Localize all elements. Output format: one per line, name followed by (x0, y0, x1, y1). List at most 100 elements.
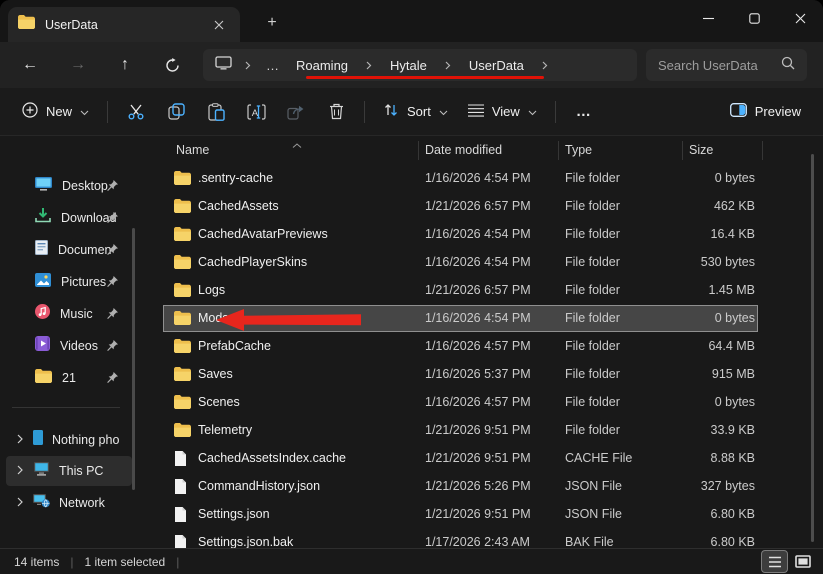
sort-button[interactable]: Sort (373, 95, 458, 128)
breadcrumb-hytale[interactable]: Hytale (385, 56, 432, 75)
sidebar-item-music[interactable]: Music (0, 298, 160, 330)
sidebar-item-this-pc[interactable]: This PC (6, 456, 132, 486)
sidebar-item-label: Desktop (62, 179, 108, 193)
file-row-saves[interactable]: Saves1/16/2026 5:37 PMFile folder915 MB (160, 360, 823, 388)
file-icon (174, 451, 187, 469)
file-row-telemetry[interactable]: Telemetry1/21/2026 9:51 PMFile folder33.… (160, 416, 823, 444)
network-icon (33, 493, 50, 513)
large-icons-view-icon[interactable] (790, 551, 815, 572)
sidebar-item-desktop[interactable]: Desktop (0, 170, 160, 202)
chevron-right-icon (362, 61, 376, 70)
file-row--sentry-cache[interactable]: .sentry-cache1/16/2026 4:54 PMFile folde… (160, 164, 823, 192)
folder-icon (174, 227, 191, 244)
file-size: 16.4 KB (711, 227, 755, 241)
sidebar-item-documen[interactable]: Documen (0, 234, 160, 266)
view-button[interactable]: View (458, 97, 547, 127)
cut-icon[interactable] (116, 94, 156, 130)
column-header-name[interactable]: Name (176, 143, 209, 157)
sidebar-item-pictures[interactable]: Pictures (0, 266, 160, 298)
column-divider[interactable] (762, 141, 763, 160)
copy-icon[interactable] (156, 94, 196, 130)
file-icon (174, 479, 187, 497)
search-input[interactable]: Search UserData (646, 49, 807, 81)
sidebar-item-label: Network (59, 496, 105, 510)
search-icon[interactable] (781, 56, 795, 75)
up-icon[interactable]: ↑ (109, 49, 141, 81)
new-tab-button[interactable]: + (258, 10, 286, 36)
breadcrumb-userdata[interactable]: UserData (464, 56, 529, 75)
sidebar-scrollbar[interactable] (132, 228, 135, 490)
delete-icon[interactable] (316, 94, 356, 130)
toolbar-divider (364, 101, 365, 123)
file-size: 530 bytes (701, 255, 755, 269)
videos-icon (35, 336, 50, 356)
preview-button[interactable]: Preview (720, 96, 811, 127)
file-size: 0 bytes (715, 311, 755, 325)
phone-icon (33, 430, 43, 450)
sidebar-item-21[interactable]: 21 (0, 362, 160, 394)
sidebar-item-nothing-pho[interactable]: Nothing pho (6, 425, 132, 455)
file-row-logs[interactable]: Logs1/21/2026 6:57 PMFile folder1.45 MB (160, 276, 823, 304)
file-type: File folder (565, 339, 620, 353)
pin-icon (106, 211, 119, 229)
rename-icon[interactable]: A (236, 94, 276, 130)
file-row-settings-json-bak[interactable]: Settings.json.bak1/17/2026 2:43 AMBAK Fi… (160, 528, 823, 548)
preview-button-label: Preview (755, 104, 801, 119)
share-icon[interactable] (276, 94, 316, 130)
new-button[interactable]: New (12, 95, 99, 128)
column-divider[interactable] (558, 141, 559, 160)
file-row-cachedassets[interactable]: CachedAssets1/21/2026 6:57 PMFile folder… (160, 192, 823, 220)
sidebar-item-download[interactable]: Download (0, 202, 160, 234)
refresh-icon[interactable] (156, 49, 188, 81)
file-name: CachedAvatarPreviews (198, 227, 328, 241)
column-header-date[interactable]: Date modified (425, 143, 502, 157)
download-icon (35, 208, 51, 228)
tab-close-icon[interactable] (208, 14, 230, 36)
more-options-icon[interactable]: … (564, 103, 604, 120)
list-scrollbar[interactable] (811, 154, 814, 542)
file-size: 1.45 MB (708, 283, 755, 297)
file-size: 0 bytes (715, 171, 755, 185)
breadcrumb-overflow[interactable]: … (264, 58, 282, 73)
column-header-type[interactable]: Type (565, 143, 592, 157)
pin-icon (106, 243, 119, 261)
folder-icon (174, 283, 191, 300)
file-name: CachedAssets (198, 199, 279, 213)
sidebar-item-network[interactable]: Network (6, 488, 132, 518)
file-row-cachedassetsindex-cache[interactable]: CachedAssetsIndex.cache1/21/2026 9:51 PM… (160, 444, 823, 472)
chevron-right-icon[interactable] (16, 494, 24, 512)
this-pc-monitor-icon[interactable] (215, 56, 232, 75)
file-date-modified: 1/16/2026 4:54 PM (425, 171, 531, 185)
details-view-icon[interactable] (762, 551, 787, 572)
breadcrumb-roaming[interactable]: Roaming (291, 56, 353, 75)
file-row-cachedavatarpreviews[interactable]: CachedAvatarPreviews1/16/2026 4:54 PMFil… (160, 220, 823, 248)
column-divider[interactable] (418, 141, 419, 160)
chevron-right-icon (241, 61, 255, 70)
folder-icon (174, 423, 191, 440)
file-row-cachedplayerskins[interactable]: CachedPlayerSkins1/16/2026 4:54 PMFile f… (160, 248, 823, 276)
close-icon[interactable] (777, 0, 823, 36)
view-lines-icon (468, 104, 484, 120)
file-row-commandhistory-json[interactable]: CommandHistory.json1/21/2026 5:26 PMJSON… (160, 472, 823, 500)
paste-icon[interactable] (196, 94, 236, 130)
file-type: File folder (565, 171, 620, 185)
svg-text:A: A (251, 107, 258, 118)
back-icon[interactable]: ← (14, 49, 46, 81)
column-header-size[interactable]: Size (689, 143, 713, 157)
file-date-modified: 1/21/2026 9:51 PM (425, 507, 531, 521)
tab-userdata[interactable]: UserData (8, 7, 240, 42)
maximize-icon[interactable] (731, 0, 777, 36)
sidebar-item-videos[interactable]: Videos (0, 330, 160, 362)
file-row-scenes[interactable]: Scenes1/16/2026 4:57 PMFile folder0 byte… (160, 388, 823, 416)
file-size: 6.80 KB (711, 507, 755, 521)
file-type: File folder (565, 283, 620, 297)
folder-icon (174, 339, 191, 356)
file-row-settings-json[interactable]: Settings.json1/21/2026 9:51 PMJSON File6… (160, 500, 823, 528)
chevron-right-icon[interactable] (16, 462, 24, 480)
sidebar-divider (12, 407, 120, 408)
chevron-right-icon[interactable] (16, 431, 24, 449)
forward-icon[interactable]: → (62, 49, 94, 81)
toolbar-divider (555, 101, 556, 123)
minimize-icon[interactable] (685, 0, 731, 36)
column-divider[interactable] (682, 141, 683, 160)
